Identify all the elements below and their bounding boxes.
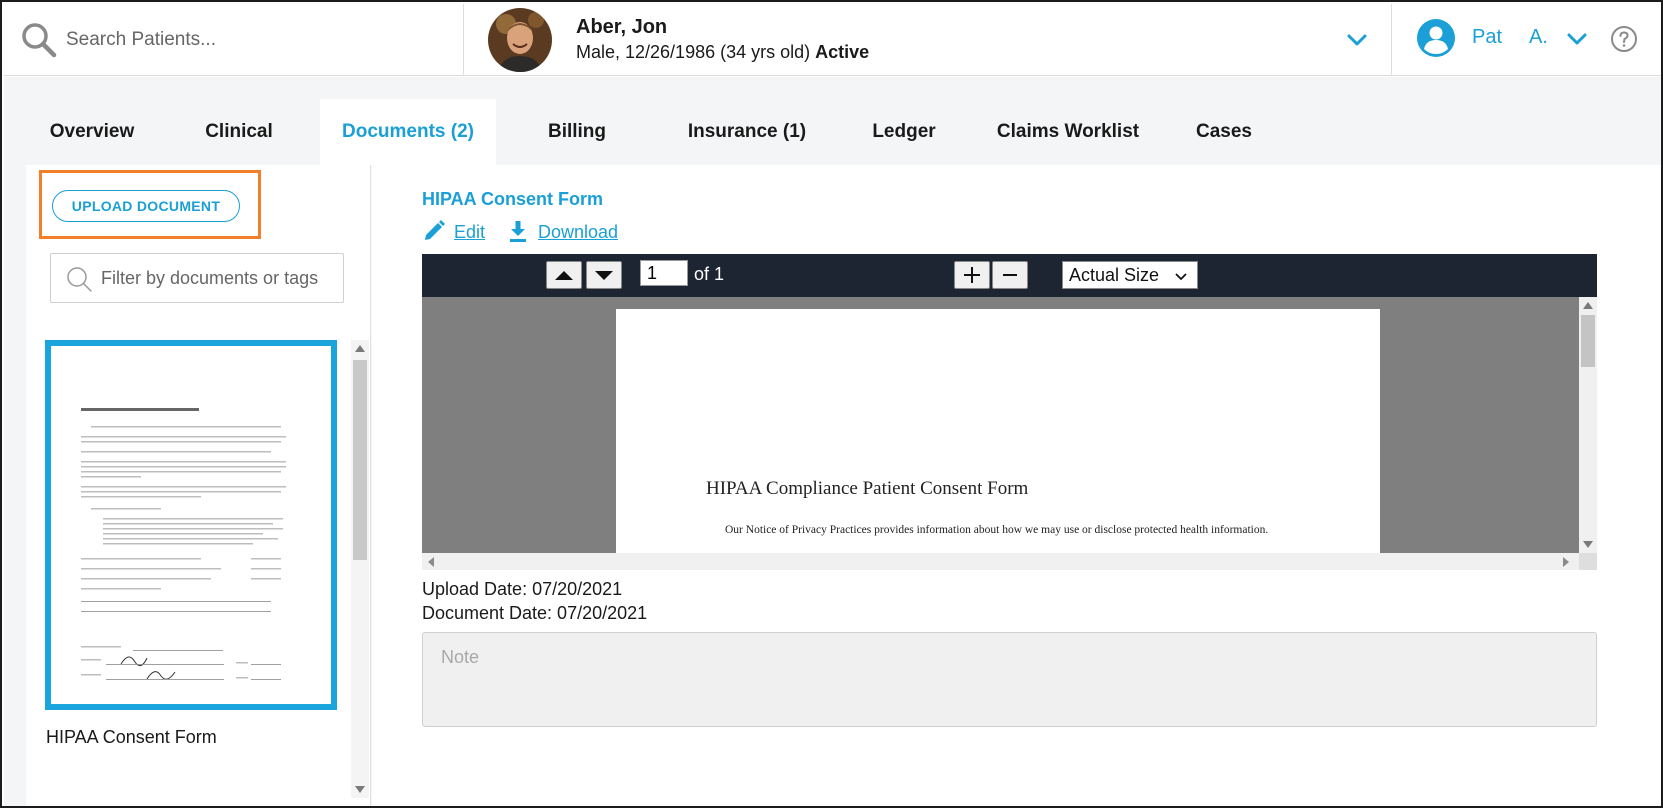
scroll-down-arrow-icon[interactable] (1583, 541, 1593, 548)
tab-claims-worklist[interactable]: Claims Worklist (980, 99, 1156, 165)
tab-clinical[interactable]: Clinical (174, 99, 304, 165)
search-icon (67, 267, 92, 292)
pdf-viewer: of 1 Actual Size HIPAA Compliance Patien… (422, 254, 1597, 570)
scroll-up-arrow-icon[interactable] (355, 345, 365, 352)
pdf-page-text: Our Notice of Privacy Practices provides… (725, 524, 1269, 536)
app-window: Aber, Jon Male, 12/26/1986 (34 yrs old) … (0, 0, 1663, 808)
sidebar-scrollbar[interactable] (351, 340, 369, 798)
tab-documents[interactable]: Documents (2) (320, 99, 496, 165)
document-detail: HIPAA Consent Form Edit Download 1 of 1 … (372, 165, 1661, 806)
upload-document-button[interactable]: UPLOAD DOCUMENT (52, 190, 240, 222)
document-thumbnail-preview (51, 346, 331, 704)
zoom-in-button[interactable] (954, 261, 990, 289)
documents-sidebar: UPLOAD DOCUMENT Filter by documents or t… (26, 165, 371, 806)
page-number-input[interactable] (640, 260, 688, 286)
patient-avatar (488, 8, 552, 72)
next-page-button[interactable] (586, 261, 622, 289)
zoom-out-button[interactable] (992, 261, 1028, 289)
tab-overview[interactable]: Overview (30, 99, 154, 165)
tab-ledger[interactable]: Ledger (850, 99, 958, 165)
patient-demographics-text: Male, 12/26/1986 (34 yrs old) (576, 42, 811, 62)
patient-search-input[interactable] (66, 22, 436, 58)
arrow-down-icon (595, 271, 613, 280)
edit-label[interactable]: Edit (454, 222, 485, 242)
zoom-select[interactable]: Actual Size (1062, 261, 1198, 289)
patient-banner: Aber, Jon Male, 12/26/1986 (34 yrs old) … (464, 4, 1392, 76)
pdf-page-heading: HIPAA Compliance Patient Consent Form (706, 478, 1029, 499)
scrollbar-corner (1579, 553, 1597, 570)
plus-icon (964, 267, 980, 283)
user-menu[interactable]: Pat A. (1392, 4, 1661, 76)
tab-billing[interactable]: Billing (512, 99, 642, 165)
pdf-toolbar: of 1 Actual Size (422, 254, 1597, 297)
pdf-page-area[interactable]: HIPAA Compliance Patient Consent Form Ou… (422, 297, 1579, 553)
chevron-down-icon (1175, 273, 1187, 281)
user-circle-icon[interactable] (1416, 18, 1456, 58)
edit-link[interactable]: Edit (422, 219, 485, 249)
patient-name: Aber, Jon (576, 16, 668, 38)
user-last-initial[interactable]: A. (1529, 26, 1548, 49)
scroll-left-arrow-icon[interactable] (428, 557, 434, 567)
scroll-right-arrow-icon[interactable] (1563, 557, 1569, 567)
patient-status: Active (815, 42, 870, 62)
main-content: Overview Clinical Documents (2) Billing … (4, 77, 1661, 806)
document-list-item-label[interactable]: HIPAA Consent Form (46, 727, 217, 748)
upload-date: Upload Date: 07/20/2021 (422, 579, 623, 599)
document-title: HIPAA Consent Form (422, 189, 604, 209)
pdf-horizontal-scrollbar[interactable] (422, 553, 1579, 570)
tab-bar: Overview Clinical Documents (2) Billing … (4, 99, 1661, 165)
document-thumbnail[interactable] (45, 340, 337, 710)
pencil-icon (425, 220, 445, 240)
pdf-page: HIPAA Compliance Patient Consent Form Ou… (616, 309, 1380, 553)
upload-highlight: UPLOAD DOCUMENT (39, 170, 261, 239)
note-field[interactable] (422, 632, 1597, 727)
zoom-select-value: Actual Size (1069, 265, 1160, 285)
patient-search (4, 4, 464, 76)
download-icon (510, 221, 526, 242)
page-count: of 1 (694, 264, 725, 284)
search-icon[interactable] (20, 21, 58, 59)
user-first-name[interactable]: Pat (1472, 26, 1502, 49)
document-filter-input[interactable] (101, 262, 337, 294)
patient-demographics: Male, 12/26/1986 (34 yrs old) Active (576, 42, 869, 63)
scrollbar-thumb[interactable] (353, 360, 367, 560)
chevron-down-icon[interactable] (1564, 26, 1590, 52)
download-label[interactable]: Download (538, 222, 618, 242)
scroll-up-arrow-icon[interactable] (1583, 302, 1593, 309)
scrollbar-thumb[interactable] (1581, 315, 1595, 367)
chevron-down-icon[interactable] (1343, 26, 1371, 54)
document-date: Document Date: 07/20/2021 (422, 603, 648, 623)
arrow-up-icon (555, 271, 573, 280)
help-icon[interactable] (1610, 25, 1638, 53)
top-header: Aber, Jon Male, 12/26/1986 (34 yrs old) … (4, 4, 1661, 76)
download-link[interactable]: Download (506, 219, 618, 249)
document-filter (50, 253, 344, 303)
previous-page-button[interactable] (546, 261, 582, 289)
tab-insurance[interactable]: Insurance (1) (660, 99, 834, 165)
pdf-vertical-scrollbar[interactable] (1579, 297, 1597, 553)
scroll-down-arrow-icon[interactable] (355, 786, 365, 793)
document-metadata: Upload Date: 07/20/2021 Document Date: 0… (422, 577, 647, 625)
tab-cases[interactable]: Cases (1174, 99, 1274, 165)
minus-icon (1003, 274, 1017, 276)
